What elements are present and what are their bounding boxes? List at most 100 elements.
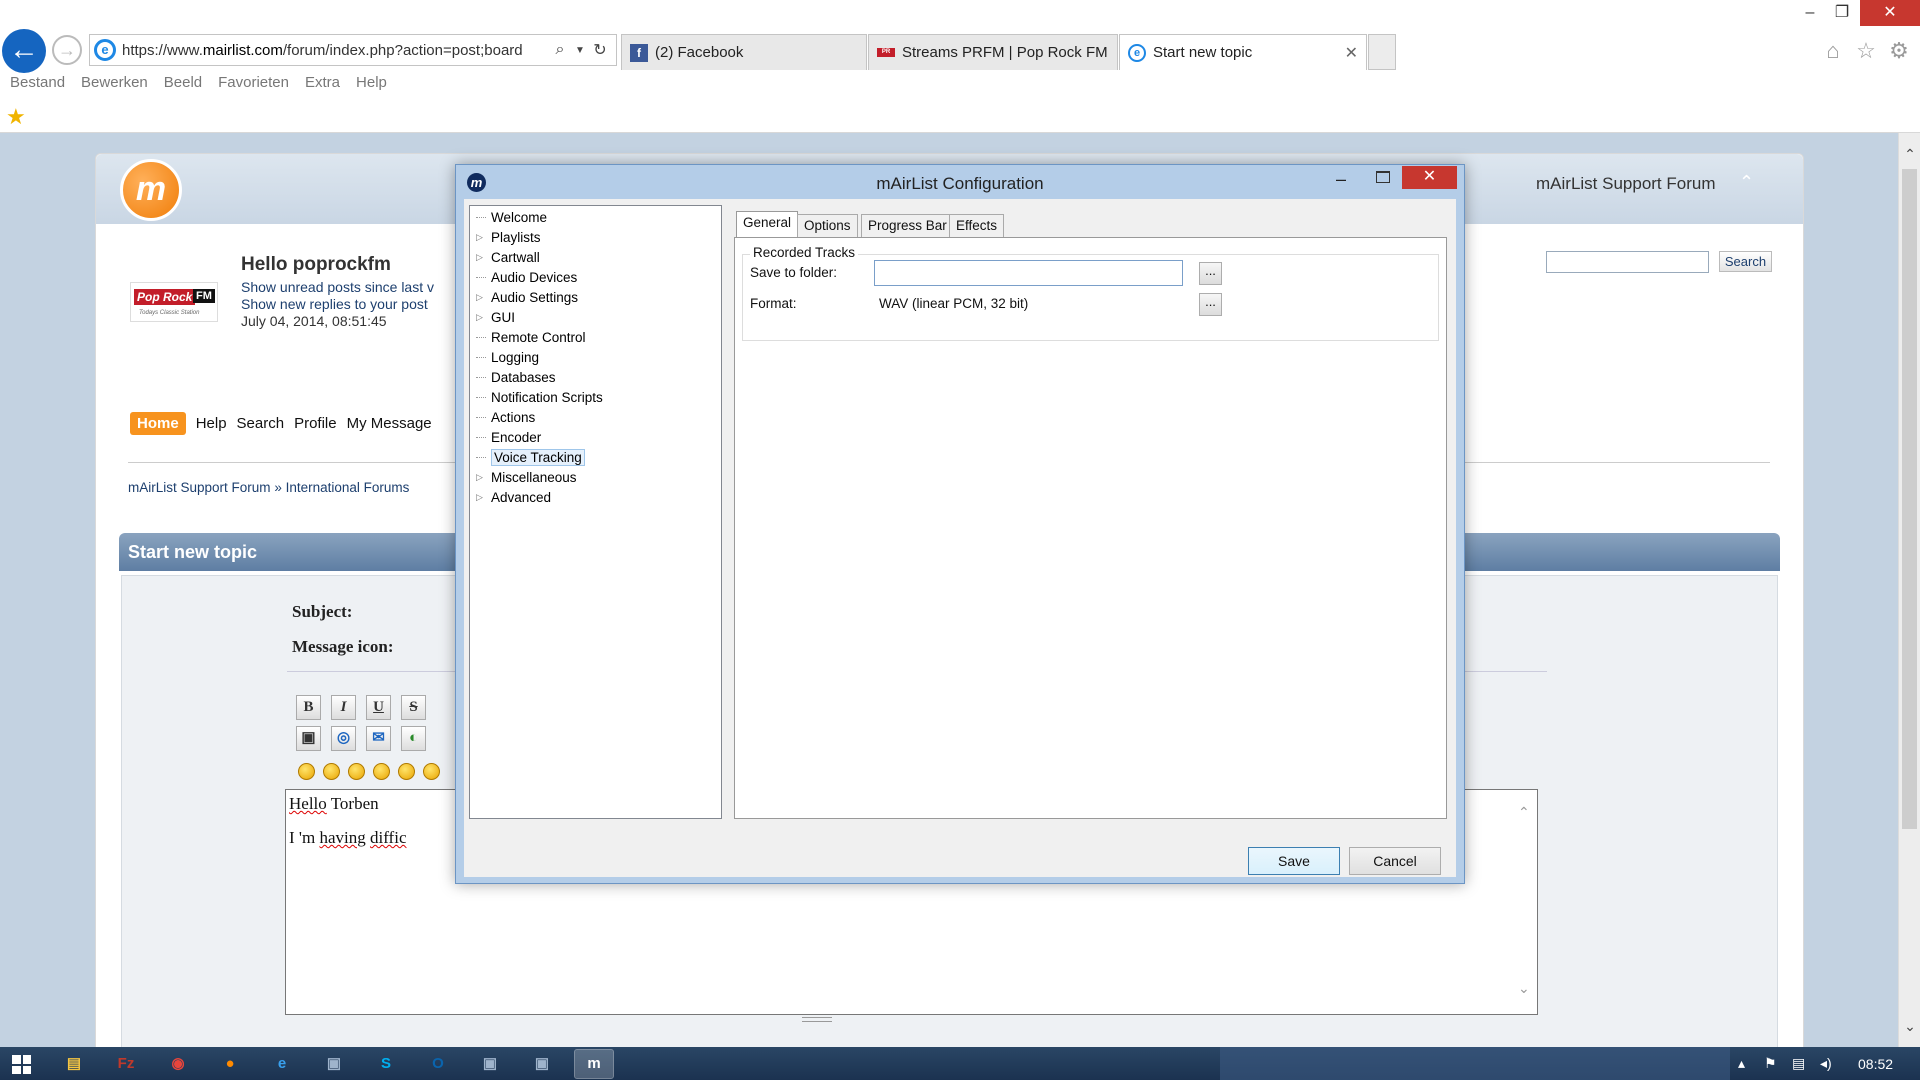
filezilla-icon[interactable]: Fz <box>107 1050 145 1078</box>
mairlist-icon[interactable]: m <box>574 1049 614 1079</box>
tab-start-new-topic[interactable]: e Start new topic ✕ <box>1119 34 1367 70</box>
address-bar[interactable]: e https://www.mairlist.com/forum/index.p… <box>89 34 617 66</box>
forward-button[interactable]: → <box>52 35 82 65</box>
nav-help[interactable]: Help <box>196 415 227 432</box>
menu-extra[interactable]: Extra <box>305 74 340 91</box>
nav-profile[interactable]: Profile <box>294 415 337 432</box>
tree-item-remote-control[interactable]: Remote Control <box>476 328 586 347</box>
tree-item-databases[interactable]: Databases <box>476 368 556 387</box>
scroll-up-icon[interactable]: ⌃ <box>1902 146 1918 163</box>
smiley-icon[interactable] <box>298 763 315 780</box>
tree-item-voice-tracking[interactable]: Voice Tracking <box>476 448 585 467</box>
nav-search[interactable]: Search <box>237 415 285 432</box>
save-button[interactable]: Save <box>1248 847 1340 875</box>
smiley-icon[interactable] <box>423 763 440 780</box>
chevron-down-icon[interactable]: ▼ <box>570 45 590 56</box>
app-icon[interactable]: ▣ <box>523 1050 561 1078</box>
expand-icon[interactable]: ▷ <box>476 292 486 303</box>
new-replies-link[interactable]: Show new replies to your post <box>241 296 428 312</box>
tree-item-welcome[interactable]: Welcome <box>476 208 547 227</box>
tree-item-audio-settings[interactable]: ▷ Audio Settings <box>476 288 578 307</box>
app-icon[interactable]: ▣ <box>315 1050 353 1078</box>
menu-bewerken[interactable]: Bewerken <box>81 74 148 91</box>
tree-item-logging[interactable]: Logging <box>476 348 539 367</box>
forum-search-button[interactable]: Search <box>1719 251 1772 272</box>
back-button[interactable]: ← <box>2 29 46 73</box>
tray-expand-icon[interactable]: ▴ <box>1738 1055 1745 1072</box>
smiley-icon[interactable] <box>348 763 365 780</box>
tab-effects[interactable]: Effects <box>949 214 1005 237</box>
tree-item-playlists[interactable]: ▷ Playlists <box>476 228 541 247</box>
tree-item-advanced[interactable]: ▷ Advanced <box>476 488 551 507</box>
save-folder-input[interactable] <box>874 260 1183 286</box>
menu-help[interactable]: Help <box>356 74 387 91</box>
cancel-button[interactable]: Cancel <box>1349 847 1441 875</box>
breadcrumb-international[interactable]: International Forums <box>286 480 410 495</box>
page-scrollbar[interactable]: ⌃ ⌄ <box>1898 133 1920 1047</box>
new-tab-button[interactable] <box>1368 34 1396 70</box>
close-window-button[interactable]: ✕ <box>1860 0 1920 26</box>
globe-icon[interactable]: ◎ <box>331 726 356 751</box>
nav-home[interactable]: Home <box>130 412 186 435</box>
ftp-icon[interactable]: ◐ <box>401 726 426 751</box>
dialog-titlebar[interactable]: m mAirList Configuration – ✕ <box>456 165 1464 199</box>
format-options-button[interactable]: ... <box>1199 293 1222 316</box>
tree-item-notification-scripts[interactable]: Notification Scripts <box>476 388 603 407</box>
smiley-icon[interactable] <box>323 763 340 780</box>
close-icon[interactable]: ✕ <box>1345 43 1358 63</box>
chrome-icon[interactable]: ◉ <box>159 1050 197 1078</box>
skype-icon[interactable]: S <box>367 1050 405 1078</box>
tab-prfm[interactable]: PR Streams PRFM | Pop Rock FM <box>868 34 1118 70</box>
outlook-icon[interactable]: O <box>419 1050 457 1078</box>
expand-icon[interactable]: ▷ <box>476 472 486 483</box>
flag-icon[interactable]: ⚑ <box>1764 1055 1777 1072</box>
search-icon[interactable]: ⌕ <box>550 41 570 59</box>
network-icon[interactable]: ▤ <box>1792 1055 1805 1072</box>
smiley-icon[interactable] <box>373 763 390 780</box>
tree-item-miscellaneous[interactable]: ▷ Miscellaneous <box>476 468 577 487</box>
mairlist-logo[interactable]: m <box>120 159 182 221</box>
expand-icon[interactable]: ▷ <box>476 252 486 263</box>
nav-my-messages[interactable]: My Message <box>347 415 432 432</box>
italic-button[interactable]: I <box>331 695 356 720</box>
expand-icon[interactable]: ▷ <box>476 232 486 243</box>
scroll-up-icon[interactable]: ⌃ <box>1518 804 1530 821</box>
image-icon[interactable]: ▣ <box>296 726 321 751</box>
home-icon[interactable]: ⌂ <box>1820 38 1846 64</box>
favorites-star-icon[interactable]: ☆ <box>1853 38 1879 64</box>
dialog-maximize-button[interactable] <box>1376 171 1390 183</box>
firefox-icon[interactable]: ● <box>211 1050 249 1078</box>
volume-icon[interactable]: ◂) <box>1820 1055 1832 1072</box>
underline-button[interactable]: U <box>366 695 391 720</box>
refresh-icon[interactable]: ↻ <box>590 40 610 60</box>
unread-posts-link[interactable]: Show unread posts since last v <box>241 279 434 295</box>
menu-favorieten[interactable]: Favorieten <box>218 74 289 91</box>
smiley-icon[interactable] <box>398 763 415 780</box>
scroll-thumb[interactable] <box>1902 169 1917 829</box>
menu-beeld[interactable]: Beeld <box>164 74 202 91</box>
clock[interactable]: 08:52 <box>1858 1056 1893 1072</box>
file-explorer-icon[interactable]: ▤ <box>55 1050 93 1078</box>
collapse-icon[interactable]: ⌃ <box>1739 172 1754 193</box>
scroll-down-icon[interactable]: ⌄ <box>1902 1018 1918 1035</box>
tab-facebook[interactable]: f (2) Facebook <box>621 34 867 70</box>
forum-search-input[interactable] <box>1546 251 1709 273</box>
tab-general[interactable]: General <box>736 211 799 238</box>
resize-handle[interactable] <box>802 1017 832 1022</box>
breadcrumb-forum[interactable]: mAirList Support Forum <box>128 480 271 495</box>
expand-icon[interactable]: ▷ <box>476 492 486 503</box>
dialog-close-button[interactable]: ✕ <box>1402 166 1457 189</box>
tree-item-audio-devices[interactable]: Audio Devices <box>476 268 577 287</box>
scroll-down-icon[interactable]: ⌄ <box>1518 980 1530 997</box>
menu-bestand[interactable]: Bestand <box>10 74 65 91</box>
tree-item-gui[interactable]: ▷ GUI <box>476 308 515 327</box>
strike-button[interactable]: S <box>401 695 426 720</box>
url-text[interactable]: https://www.mairlist.com/forum/index.php… <box>122 42 550 59</box>
add-favorite-icon[interactable]: ★ <box>6 104 26 130</box>
browse-folder-button[interactable]: ... <box>1199 262 1222 285</box>
tree-item-encoder[interactable]: Encoder <box>476 428 541 447</box>
start-button[interactable] <box>12 1055 31 1074</box>
tree-item-cartwall[interactable]: ▷ Cartwall <box>476 248 540 267</box>
tab-progress-bar[interactable]: Progress Bar <box>861 214 954 237</box>
restore-button[interactable]: ❐ <box>1822 0 1862 26</box>
